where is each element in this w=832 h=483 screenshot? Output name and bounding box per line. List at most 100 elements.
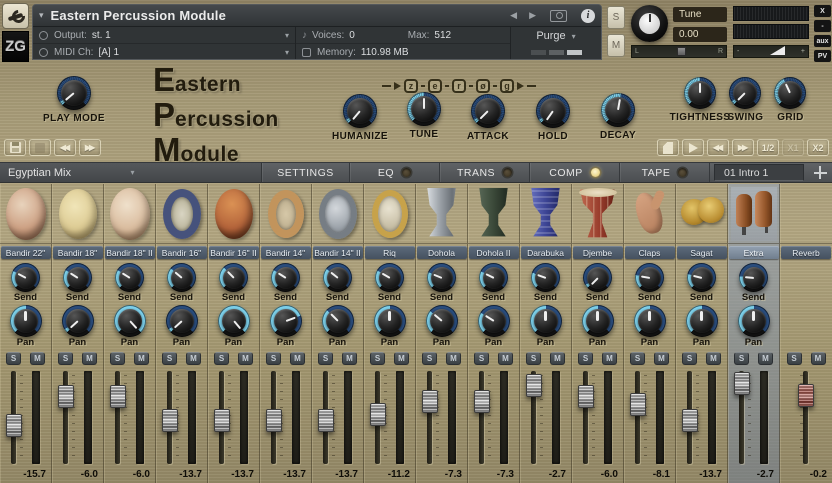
- fader-track[interactable]: [161, 371, 178, 464]
- minimize-button[interactable]: -: [814, 20, 831, 32]
- channel-mute-button[interactable]: M: [394, 352, 409, 365]
- channel-fader[interactable]: [156, 370, 207, 468]
- wrench-icon[interactable]: [2, 3, 29, 29]
- channel-solo-button[interactable]: S: [318, 352, 333, 365]
- fader-track[interactable]: [797, 371, 814, 464]
- pan-knob[interactable]: [685, 305, 718, 337]
- fader-handle[interactable]: [161, 409, 178, 433]
- prev-preset-button[interactable]: ◀◀: [54, 139, 76, 156]
- move-icon[interactable]: [813, 166, 827, 179]
- fader-track[interactable]: [473, 371, 490, 464]
- attack-knob[interactable]: [471, 94, 505, 128]
- tab-trans[interactable]: TRANS: [440, 163, 530, 182]
- channel-image[interactable]: [624, 184, 675, 244]
- eq-led[interactable]: [402, 168, 412, 177]
- pan-knob[interactable]: [113, 305, 146, 337]
- info-icon[interactable]: i: [581, 8, 595, 23]
- channel-image[interactable]: [156, 184, 207, 244]
- channel-fader[interactable]: [572, 370, 623, 468]
- channel-name[interactable]: Dohola II: [468, 246, 519, 259]
- channel-image[interactable]: [312, 184, 363, 244]
- fader-track[interactable]: [369, 371, 386, 464]
- close-button[interactable]: X: [814, 5, 831, 17]
- fader-handle[interactable]: [265, 409, 282, 433]
- rewind-button[interactable]: ◀◀: [707, 139, 729, 156]
- send-knob[interactable]: [635, 263, 664, 292]
- pattern-name[interactable]: 01 Intro 1: [714, 164, 804, 181]
- next-instrument-icon[interactable]: ▶: [523, 10, 542, 21]
- swing-knob[interactable]: [729, 77, 761, 109]
- channel-name[interactable]: Dohola: [416, 246, 467, 259]
- pv-button[interactable]: PV: [814, 50, 831, 62]
- channel-name[interactable]: Bandir 18" II: [104, 246, 155, 259]
- channel-fader[interactable]: [520, 370, 571, 468]
- fader-handle[interactable]: [421, 389, 438, 413]
- send-knob[interactable]: [687, 263, 716, 292]
- channel-fader[interactable]: [364, 370, 415, 468]
- next-preset-button[interactable]: ▶▶: [79, 139, 101, 156]
- blank-button[interactable]: [29, 139, 51, 156]
- fader-handle[interactable]: [733, 372, 750, 396]
- channel-mute-button[interactable]: M: [498, 352, 513, 365]
- channel-mute-button[interactable]: M: [550, 352, 565, 365]
- channel-name[interactable]: Sagat: [676, 246, 727, 259]
- preset-dropdown[interactable]: Egyptian Mix ▾: [0, 163, 262, 182]
- collapse-caret-icon[interactable]: ▾: [39, 10, 44, 21]
- fader-handle[interactable]: [525, 373, 542, 397]
- channel-name[interactable]: Extra: [728, 246, 779, 259]
- channel-mute-button[interactable]: M: [342, 352, 357, 365]
- channel-image[interactable]: [728, 184, 779, 244]
- send-knob[interactable]: [583, 263, 612, 292]
- volume-slider-handle[interactable]: [770, 46, 785, 55]
- channel-solo-button[interactable]: S: [474, 352, 489, 365]
- channel-mute-button[interactable]: M: [82, 352, 97, 365]
- aux-button[interactable]: aux: [814, 35, 831, 47]
- master-tune-knob[interactable]: [631, 5, 668, 42]
- fader-track[interactable]: [421, 371, 438, 464]
- channel-fader[interactable]: [728, 370, 779, 468]
- channel-mute-button[interactable]: M: [30, 352, 45, 365]
- pan-knob[interactable]: [373, 305, 406, 337]
- fader-handle[interactable]: [797, 384, 814, 408]
- fader-handle[interactable]: [5, 413, 22, 437]
- tab-tape[interactable]: TAPE: [620, 163, 710, 182]
- channel-solo-button[interactable]: S: [214, 352, 229, 365]
- channel-image[interactable]: [208, 184, 259, 244]
- channel-name[interactable]: Bandir 16": [156, 246, 207, 259]
- fader-handle[interactable]: [577, 385, 594, 409]
- channel-name[interactable]: Bandir 14": [260, 246, 311, 259]
- channel-solo-button[interactable]: S: [682, 352, 697, 365]
- snapshot-camera-icon[interactable]: [550, 9, 567, 22]
- channel-solo-button[interactable]: S: [370, 352, 385, 365]
- pan-slider-handle[interactable]: [677, 47, 686, 56]
- send-knob[interactable]: [375, 263, 404, 292]
- output-row[interactable]: Output: st. 1 ▾: [33, 27, 295, 44]
- tab-eq[interactable]: EQ: [350, 163, 440, 182]
- channel-mute-button[interactable]: M: [654, 352, 669, 365]
- x2-speed-button[interactable]: X2: [807, 139, 829, 156]
- pan-knob[interactable]: [633, 305, 666, 337]
- channel-name[interactable]: Darabuka: [520, 246, 571, 259]
- fader-track[interactable]: [681, 371, 698, 464]
- midi-dropdown-icon[interactable]: ▾: [285, 48, 289, 57]
- channel-image[interactable]: [416, 184, 467, 244]
- fader-track[interactable]: [317, 371, 334, 464]
- channel-solo-button[interactable]: S: [6, 352, 21, 365]
- channel-name[interactable]: Bandir 18": [52, 246, 103, 259]
- send-knob[interactable]: [115, 263, 144, 292]
- fader-handle[interactable]: [213, 409, 230, 433]
- fader-track[interactable]: [109, 371, 126, 464]
- fader-handle[interactable]: [473, 389, 490, 413]
- pan-knob[interactable]: [269, 305, 302, 337]
- send-knob[interactable]: [167, 263, 196, 292]
- channel-solo-button[interactable]: S: [786, 352, 802, 365]
- comp-led[interactable]: [590, 168, 600, 177]
- channel-image[interactable]: [468, 184, 519, 244]
- channel-mute-button[interactable]: M: [186, 352, 201, 365]
- tape-led[interactable]: [678, 168, 688, 177]
- fader-handle[interactable]: [369, 402, 386, 426]
- channel-solo-button[interactable]: S: [422, 352, 437, 365]
- channel-image[interactable]: [0, 184, 51, 244]
- tab-settings[interactable]: SETTINGS: [262, 163, 350, 182]
- channel-name[interactable]: Riq: [364, 246, 415, 259]
